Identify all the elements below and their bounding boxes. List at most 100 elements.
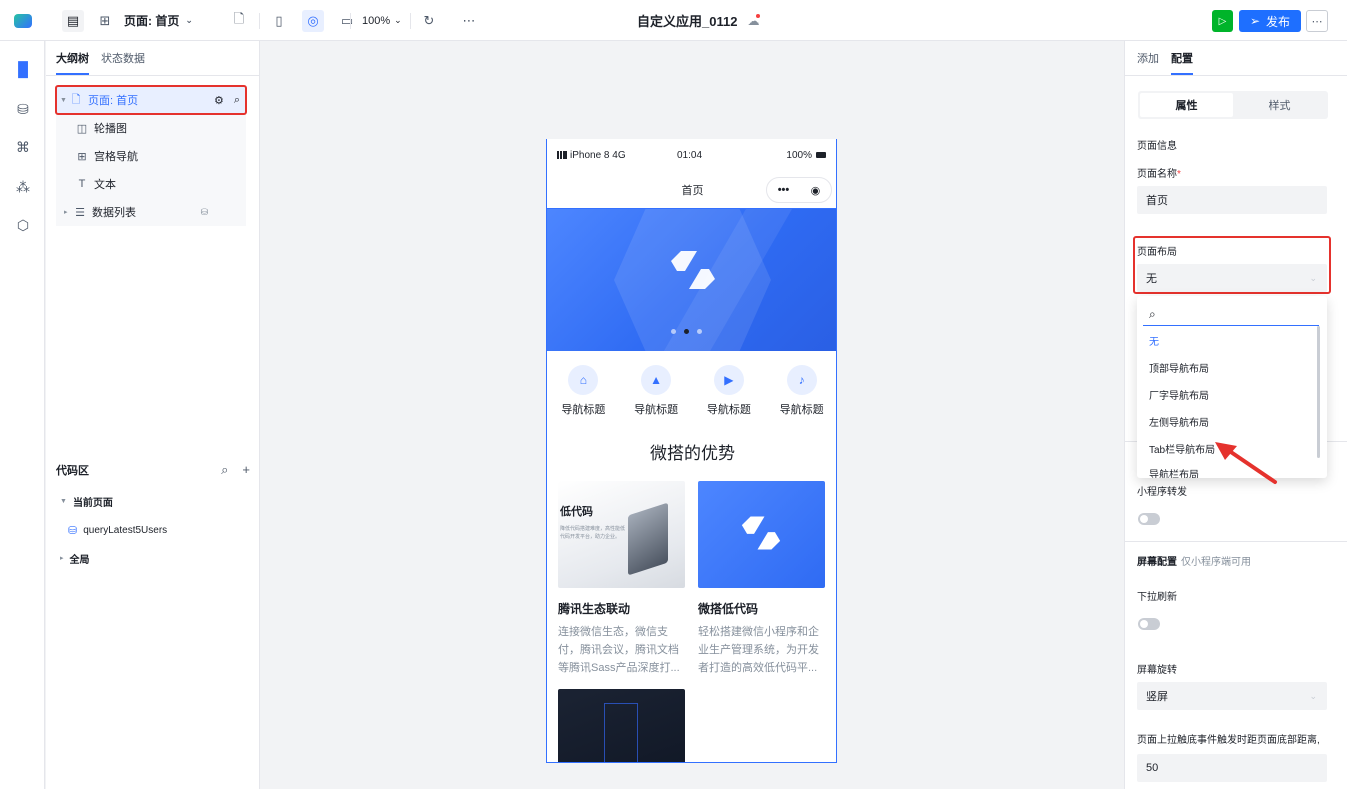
mobile-device-icon[interactable]: ▯ (268, 10, 290, 32)
caret-down-icon[interactable]: ▼ (60, 97, 68, 104)
outline-tree-icon[interactable]: ▐▌ (11, 57, 35, 81)
search-icon[interactable]: ⌕ (234, 94, 240, 107)
section-page-info: 页面信息 (1137, 141, 1177, 152)
cube-illustration (628, 502, 668, 576)
code-item-query[interactable]: ⛁ queryLatest5Users (68, 520, 167, 540)
cloud-sync-icon[interactable]: ☁ (747, 13, 761, 28)
mini-share-toggle[interactable] (1138, 513, 1160, 525)
tab-config[interactable]: 配置 (1171, 41, 1193, 75)
dropdown-option[interactable]: 左侧导航布局 (1149, 414, 1209, 429)
outline-tree: ▼ 🗋 页面: 首页 ⚙ ⌕ ◫ 轮播图 ⊞ 宫格导航 T 文本 ▸ ☰ 数据列… (55, 85, 247, 226)
grid-nav-item[interactable]: ♪ 导航标题 (765, 365, 836, 425)
grid-nav-item[interactable]: ⌂ 导航标题 (547, 365, 620, 425)
dropdown-scrollbar[interactable] (1317, 326, 1320, 458)
carousel-banner[interactable] (547, 209, 836, 351)
database-icon[interactable]: ⛁ (11, 97, 35, 121)
outline-view-icon[interactable]: ▤ (62, 9, 84, 32)
dropdown-option[interactable]: 厂字导航布局 (1149, 387, 1209, 402)
more-dots-icon[interactable]: ••• (778, 184, 790, 196)
miniprogram-device-icon[interactable]: ◎ (302, 9, 324, 32)
code-group-global[interactable]: ▸ 全局 (60, 548, 90, 568)
query-datasource-icon: ⛁ (68, 524, 78, 537)
more-options-icon[interactable]: ⋯ (458, 10, 480, 32)
segment-style[interactable]: 样式 (1233, 93, 1326, 117)
grid-icon: ⊞ (77, 150, 87, 163)
zoom-selector[interactable]: 100% ⌄ (362, 0, 402, 41)
code-group-current-page[interactable]: ▼ 当前页面 (60, 491, 113, 511)
reach-bottom-input[interactable]: 50 (1137, 754, 1327, 782)
card-image (698, 481, 825, 588)
grid-navigation: ⌂ 导航标题 ▲ 导航标题 ▶ 导航标题 ♪ 导航标题 (547, 365, 836, 425)
refresh-icon[interactable]: ↻ (418, 10, 440, 32)
zoom-value: 100% (362, 14, 391, 27)
components-icon[interactable]: ⁂ (11, 175, 35, 199)
add-page-icon[interactable]: 🗋 (228, 10, 250, 32)
miniprogram-capsule[interactable]: ••• ◉ (766, 177, 832, 203)
app-title: 自定义应用_0112 ☁ (637, 0, 761, 41)
page-icon: 🗋 (71, 93, 81, 106)
data-list-card[interactable] (558, 689, 685, 762)
close-target-icon[interactable]: ◉ (811, 184, 821, 197)
app-logo[interactable]: ⁝ (14, 0, 145, 134)
dropdown-option[interactable]: 无 (1149, 333, 1159, 348)
segment-properties[interactable]: 属性 (1140, 93, 1233, 117)
caret-right-icon[interactable]: ▸ (60, 554, 64, 562)
phone-preview[interactable]: iPhone 8 4G 01:04 100% 首页 ••• ◉ ⌂ 导航标题 ▲… (546, 139, 837, 763)
grid-nav-item[interactable]: ▶ 导航标题 (693, 365, 766, 425)
layout-view-icon[interactable]: ⊞ (94, 10, 116, 32)
chevron-down-icon: ⌄ (1309, 272, 1317, 283)
dropdown-option[interactable]: 顶部导航布局 (1149, 360, 1209, 375)
carousel-dot[interactable] (697, 329, 702, 334)
grid-nav-item[interactable]: ▲ 导航标题 (620, 365, 693, 425)
weda-logo-icon (741, 516, 781, 550)
design-canvas[interactable]: iPhone 8 4G 01:04 100% 首页 ••• ◉ ⌂ 导航标题 ▲… (261, 41, 1123, 789)
send-icon: ➢ (1249, 14, 1261, 28)
battery-text: 100% (786, 149, 812, 161)
card-image (558, 689, 685, 762)
page-name-input[interactable]: 首页 (1137, 186, 1327, 214)
dropdown-option[interactable]: 导航栏布局 (1149, 466, 1199, 478)
search-icon[interactable]: ⌕ (221, 462, 228, 478)
publish-button[interactable]: ➢ 发布 (1239, 10, 1301, 32)
reach-bottom-value: 50 (1146, 762, 1159, 774)
page-selector[interactable]: 页面: 首页 ⌄ (124, 0, 193, 41)
tree-item-carousel[interactable]: ◫ 轮播图 (56, 114, 246, 142)
mini-share-label: 小程序转发 (1137, 487, 1187, 498)
tree-item-data-list[interactable]: ▸ ☰ 数据列表 ⛁ (56, 198, 246, 226)
rotation-value: 竖屏 (1146, 691, 1168, 703)
data-list-card[interactable]: 微搭低代码 轻松搭建微信小程序和企业生产管理系统，为开发者打造的高效低代码平..… (698, 481, 825, 677)
caret-right-icon[interactable]: ▸ (64, 208, 72, 216)
more-menu-button[interactable]: ⋯ (1306, 10, 1328, 32)
carousel-dots[interactable] (671, 329, 702, 334)
desktop-device-icon[interactable]: ▭ (336, 10, 358, 32)
add-icon[interactable]: + (242, 462, 250, 478)
right-panel-tabs: 添加 配置 (1137, 41, 1193, 75)
flow-icon[interactable]: ⌘ (11, 135, 35, 159)
code-group-label: 当前页面 (72, 497, 113, 509)
carousel-dot[interactable] (671, 329, 676, 334)
pull-refresh-toggle[interactable] (1138, 618, 1160, 630)
preview-run-button[interactable]: ▷ (1212, 10, 1233, 32)
code-item-label: queryLatest5Users (83, 524, 168, 536)
data-list-card[interactable]: 低代码 降低代码搭建难度，高性能低代码开发平台，助力企业。 腾讯生态联动 连接微… (558, 481, 685, 677)
datasource-icon: ⛁ (200, 206, 208, 217)
rotation-select[interactable]: 竖屏 ⌄ (1137, 682, 1327, 710)
tab-add[interactable]: 添加 (1137, 41, 1159, 75)
dropdown-search-input[interactable]: ⌕ (1143, 304, 1319, 326)
tree-item-text[interactable]: T 文本 (56, 170, 246, 198)
page-layout-select[interactable]: 无 ⌄ (1137, 264, 1327, 292)
tree-item-grid-nav[interactable]: ⊞ 宫格导航 (56, 142, 246, 170)
carousel-dot-active[interactable] (684, 329, 689, 334)
mountain-icon: ▲ (641, 365, 672, 395)
carrier-text: iPhone 8 4G (570, 149, 626, 161)
tree-item-page[interactable]: ▼ 🗋 页面: 首页 ⚙ ⌕ (55, 85, 247, 115)
caret-down-icon[interactable]: ▼ (60, 498, 67, 505)
tab-state-data[interactable]: 状态数据 (101, 41, 145, 75)
music-icon: ♪ (786, 365, 817, 395)
tab-outline-tree[interactable]: 大纲树 (56, 41, 89, 75)
phone-navbar: 首页 ••• ◉ (547, 171, 836, 209)
settings-icon[interactable]: ⚙ (214, 94, 224, 107)
settings-hex-icon[interactable]: ⬡ (11, 213, 35, 237)
page-name-value: 首页 (1146, 195, 1168, 207)
dropdown-option-tab-layout[interactable]: Tab栏导航布局 (1149, 441, 1215, 456)
